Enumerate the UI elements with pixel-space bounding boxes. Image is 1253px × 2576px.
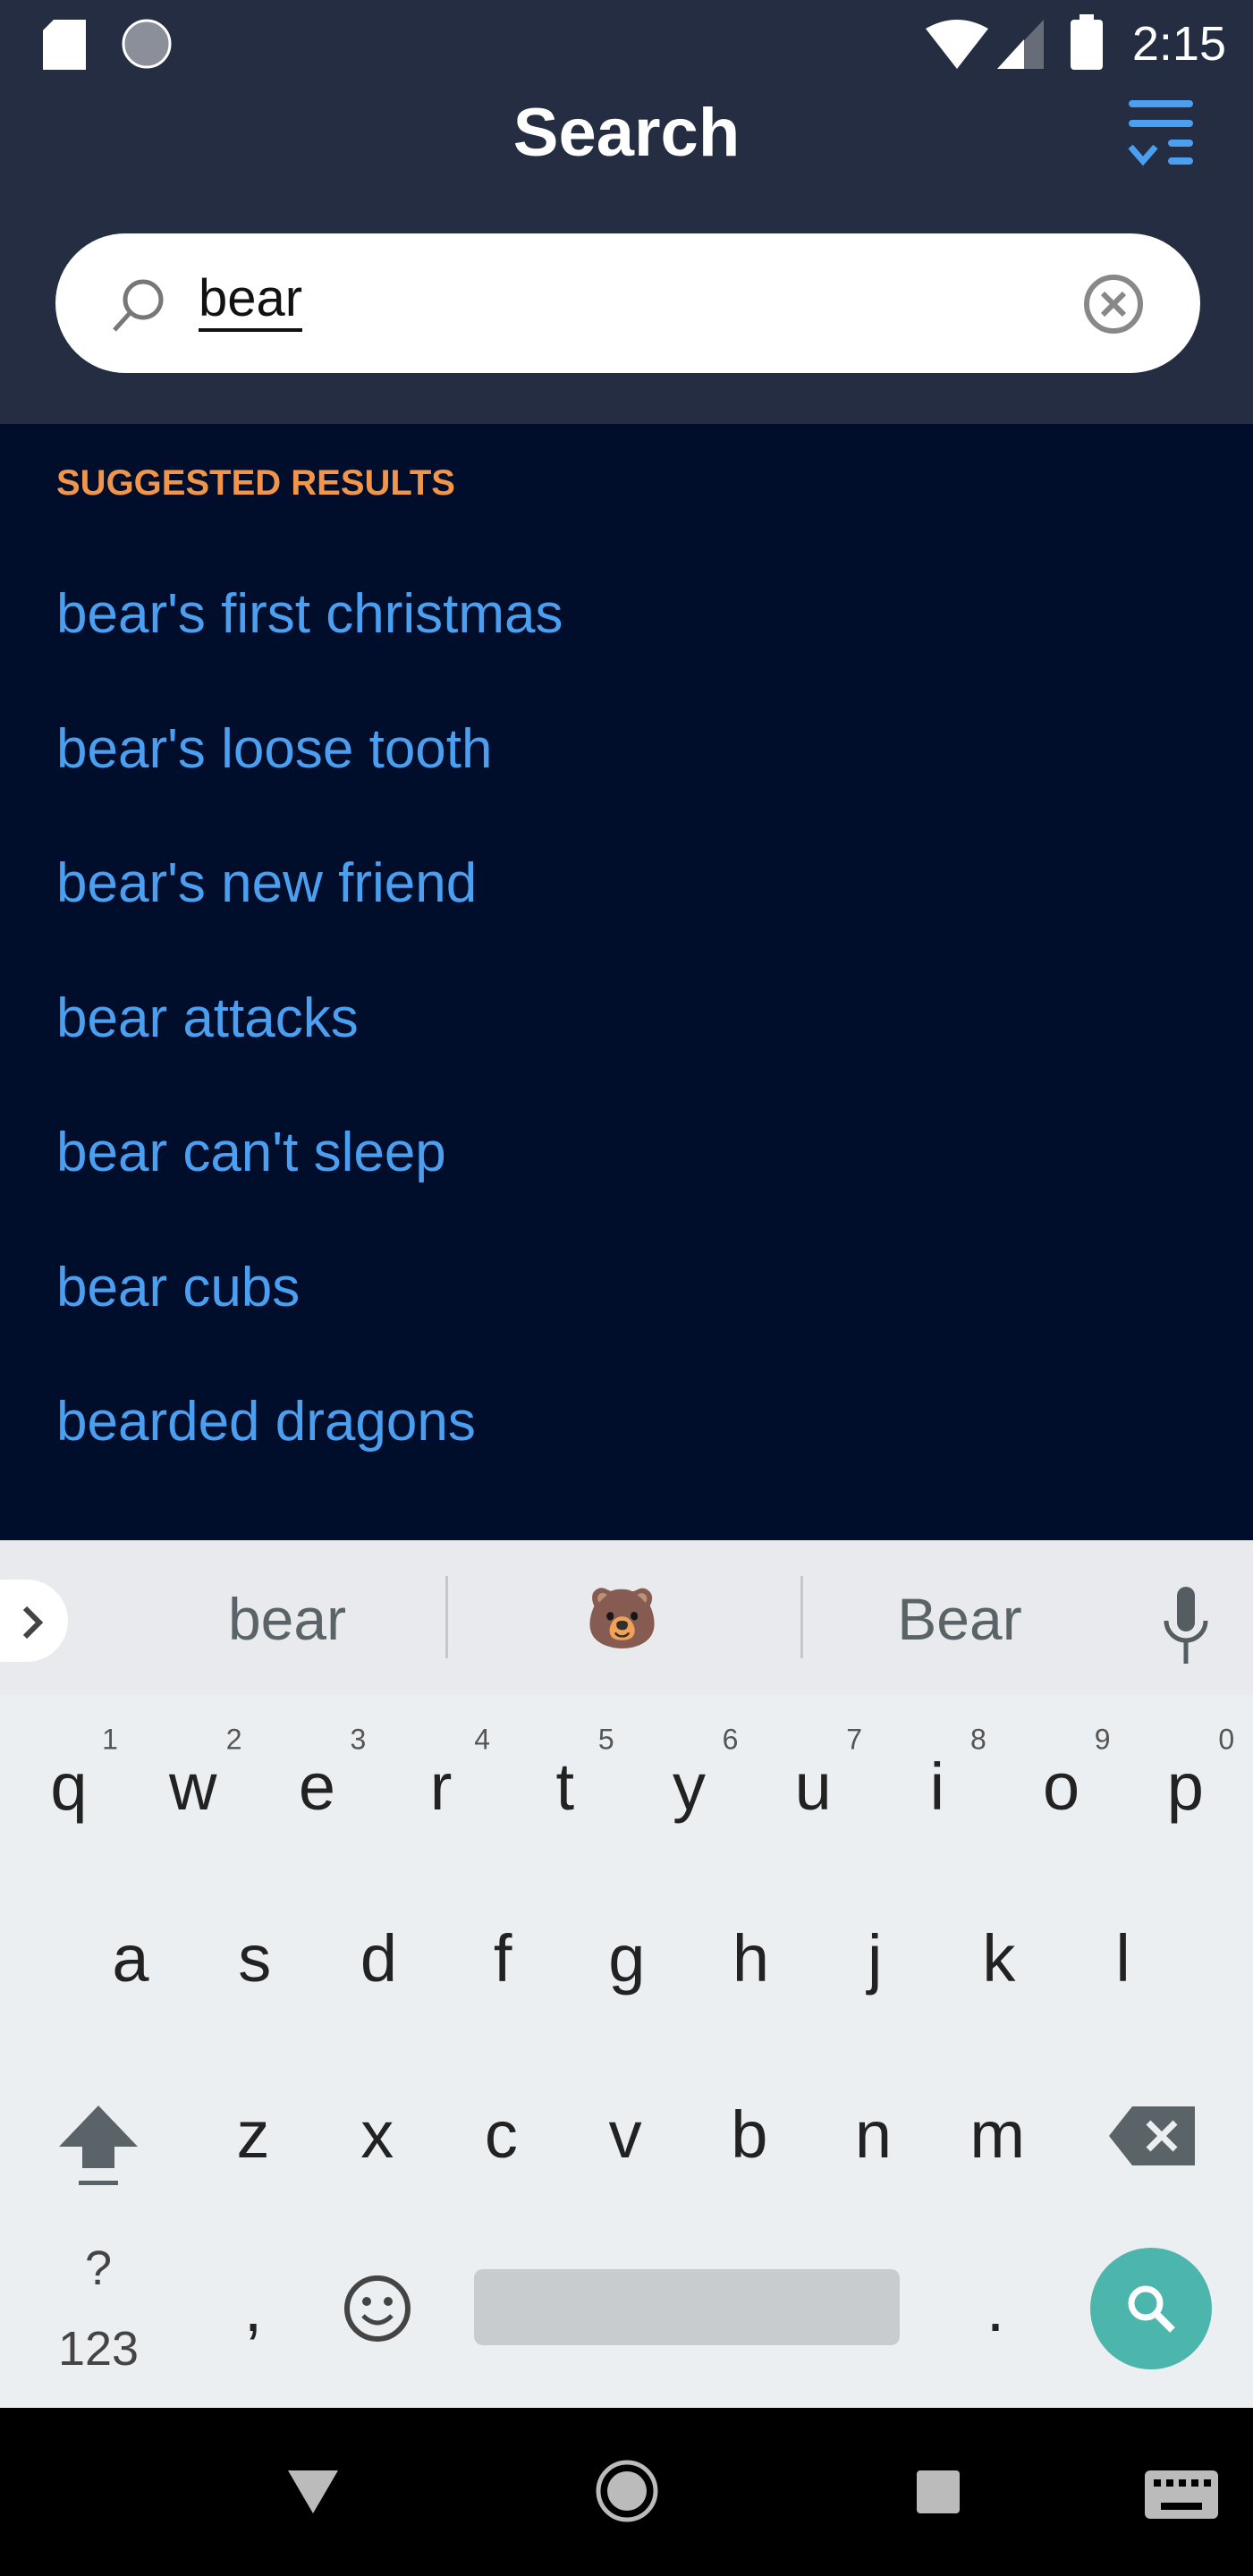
period-key[interactable]: . xyxy=(942,2268,1049,2349)
recents-icon[interactable] xyxy=(917,2470,960,2513)
key-f[interactable]: f xyxy=(449,1919,556,1999)
suggestion-item[interactable]: bearded dragons xyxy=(56,1386,476,1458)
page-title: Search xyxy=(512,95,741,171)
key-r[interactable]: r xyxy=(387,1747,495,1827)
word-suggestion[interactable]: bear xyxy=(228,1585,346,1653)
keyboard-switch-icon[interactable] xyxy=(1145,2470,1218,2519)
battery-icon xyxy=(1071,14,1103,70)
backspace-icon[interactable] xyxy=(1109,2106,1195,2165)
key-hint: 2 xyxy=(225,1723,242,1756)
key-i[interactable]: i xyxy=(884,1747,991,1827)
key-y[interactable]: y xyxy=(636,1747,743,1827)
emoji-suggestion[interactable]: 🐻 xyxy=(586,1584,659,1654)
key-s[interactable]: s xyxy=(201,1919,309,1999)
space-key[interactable] xyxy=(474,2269,900,2345)
search-icon xyxy=(1128,2285,1175,2333)
key-hint: 9 xyxy=(1094,1723,1111,1756)
key-hint: 6 xyxy=(722,1723,739,1756)
key-k[interactable]: k xyxy=(945,1919,1053,1999)
key-a[interactable]: a xyxy=(77,1919,184,1999)
key-q[interactable]: q xyxy=(15,1747,123,1827)
suggested-results-heading: SUGGESTED RESULTS xyxy=(56,463,455,503)
navigation-bar xyxy=(0,2408,1253,2576)
search-input[interactable]: bear xyxy=(55,233,1200,373)
key-h[interactable]: h xyxy=(698,1919,805,1999)
word-suggestion[interactable]: Bear xyxy=(897,1585,1021,1653)
microphone-icon[interactable] xyxy=(1159,1587,1213,1667)
suggestion-item[interactable]: bear's first christmas xyxy=(56,579,563,650)
key-e[interactable]: e xyxy=(263,1747,370,1827)
key-hint: 7 xyxy=(846,1723,863,1756)
key-n[interactable]: n xyxy=(820,2095,927,2175)
chevron-right-icon xyxy=(22,1606,44,1640)
key-u[interactable]: u xyxy=(759,1747,867,1827)
key-w[interactable]: w xyxy=(140,1747,247,1827)
key-g[interactable]: g xyxy=(573,1919,681,1999)
sync-icon xyxy=(122,19,172,69)
key-p[interactable]: p xyxy=(1131,1747,1239,1827)
key-j[interactable]: j xyxy=(821,1919,928,1999)
expand-toolbar-button[interactable] xyxy=(0,1580,68,1662)
key-m[interactable]: m xyxy=(944,2095,1051,2175)
symbols-key[interactable]: ?123 xyxy=(45,2228,152,2389)
search-icon xyxy=(113,279,164,332)
divider xyxy=(445,1576,448,1658)
key-hint: 1 xyxy=(102,1723,118,1756)
key-o[interactable]: o xyxy=(1008,1747,1115,1827)
signal-icon xyxy=(997,20,1044,69)
home-icon[interactable] xyxy=(594,2458,660,2524)
search-query[interactable]: bear xyxy=(199,269,303,332)
key-z[interactable]: z xyxy=(199,2095,307,2175)
suggestion-item[interactable]: bear attacks xyxy=(56,983,359,1055)
suggestion-item[interactable]: bear's loose tooth xyxy=(56,714,493,785)
key-hint: 4 xyxy=(474,1723,490,1756)
key-hint: 0 xyxy=(1218,1723,1235,1756)
wifi-icon xyxy=(926,20,988,69)
suggestion-item[interactable]: bear's new friend xyxy=(56,848,477,919)
key-hint: 5 xyxy=(597,1723,614,1756)
comma-key[interactable]: , xyxy=(199,2268,307,2349)
key-l[interactable]: l xyxy=(1070,1919,1177,1999)
key-x[interactable]: x xyxy=(324,2095,431,2175)
key-hint: 3 xyxy=(350,1723,367,1756)
emoji-icon[interactable] xyxy=(342,2273,413,2344)
shift-icon[interactable] xyxy=(55,2102,141,2191)
clear-circle-icon[interactable] xyxy=(1082,273,1145,335)
key-d[interactable]: d xyxy=(325,1919,432,1999)
app-header: 2:15 Search bear xyxy=(0,0,1253,424)
filter-list-icon[interactable] xyxy=(1125,97,1197,168)
suggestion-item[interactable]: bear cubs xyxy=(56,1252,300,1324)
sd-card-icon xyxy=(43,20,86,70)
key-t[interactable]: t xyxy=(512,1747,619,1827)
divider xyxy=(800,1576,803,1658)
back-icon[interactable] xyxy=(288,2470,338,2513)
key-c[interactable]: c xyxy=(447,2095,555,2175)
suggestion-item[interactable]: bear can't sleep xyxy=(56,1117,446,1189)
key-b[interactable]: b xyxy=(696,2095,803,2175)
key-v[interactable]: v xyxy=(571,2095,679,2175)
search-key[interactable] xyxy=(1090,2248,1212,2369)
key-hint: 8 xyxy=(969,1723,986,1756)
status-time: 2:15 xyxy=(1131,17,1226,71)
